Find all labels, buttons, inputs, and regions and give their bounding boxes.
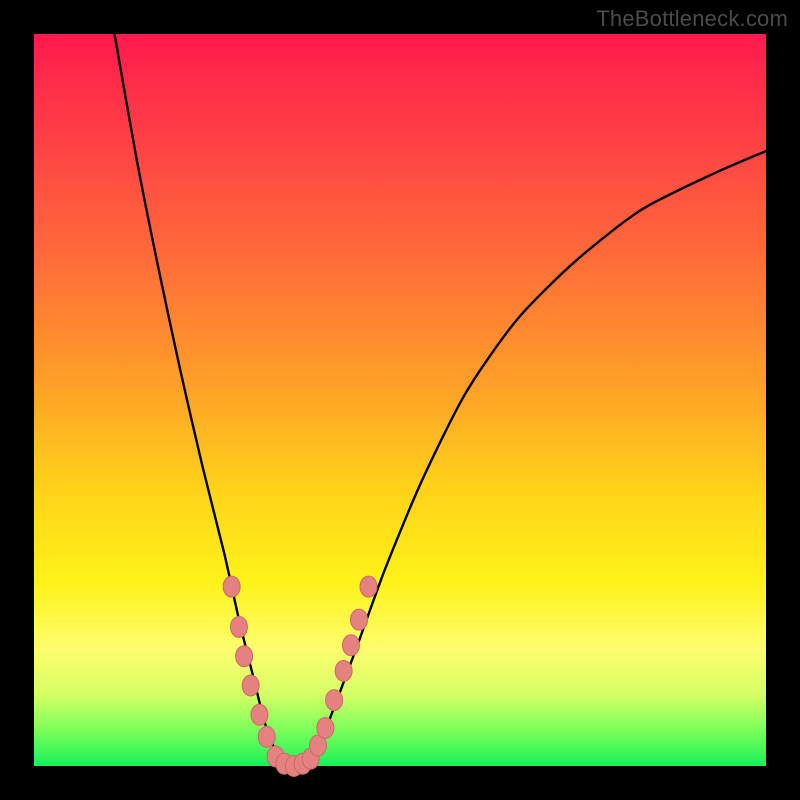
curve-marker — [335, 660, 352, 681]
curve-marker — [317, 717, 334, 738]
marker-group — [223, 576, 377, 776]
curve-marker — [342, 635, 359, 656]
curve-marker — [360, 576, 377, 597]
curve-marker — [230, 616, 247, 637]
curve-marker — [251, 704, 268, 725]
curve-marker — [351, 609, 368, 630]
curve-marker — [242, 675, 259, 696]
curve-marker — [236, 646, 253, 667]
watermark-text: TheBottleneck.com — [596, 6, 788, 32]
bottleneck-curve — [115, 34, 766, 767]
curve-group — [115, 34, 766, 767]
curve-overlay — [34, 34, 766, 766]
curve-marker — [326, 690, 343, 711]
chart-frame: TheBottleneck.com — [0, 0, 800, 800]
curve-marker — [223, 576, 240, 597]
curve-marker — [258, 726, 275, 747]
plot-area — [34, 34, 766, 766]
